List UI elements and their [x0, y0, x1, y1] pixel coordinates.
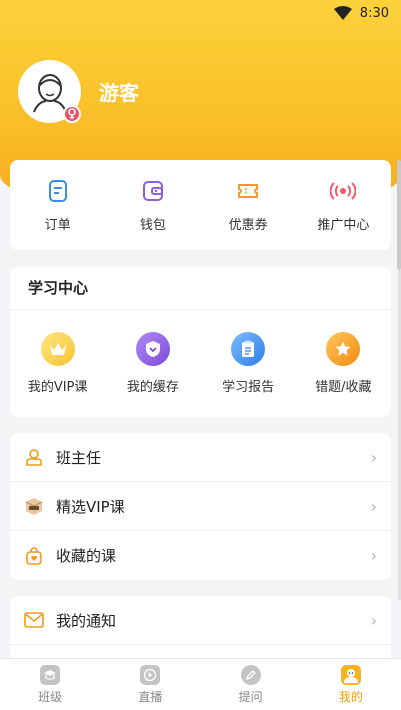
learning-cache[interactable]: 我的缓存 [105, 310, 200, 417]
avatar[interactable] [18, 60, 81, 123]
quick-actions-card: 订单 钱包 优惠券 推广中心 [10, 160, 391, 250]
live-icon [140, 664, 161, 685]
status-bar: 8:30 [0, 0, 401, 26]
learning-report[interactable]: 学习报告 [201, 310, 296, 417]
order-icon [45, 178, 71, 204]
learning-center-card: 学习中心 我的VIP课 我的缓存 学习报告 错题/收藏 [10, 267, 391, 417]
learning-label: 我的VIP课 [27, 380, 88, 395]
list-item-label: 我的通知 [56, 611, 117, 630]
quick-label: 推广中心 [317, 217, 370, 233]
list-item-vip-course[interactable]: 精选VIP课 › [10, 482, 391, 531]
chevron-right-icon: › [370, 546, 377, 565]
quick-coupon[interactable]: 优惠券 [201, 160, 296, 250]
list-item-label: 精选VIP课 [56, 497, 125, 516]
learning-vip-course[interactable]: 我的VIP课 [10, 310, 105, 417]
list-item-label: 班主任 [56, 448, 102, 467]
report-icon [231, 332, 266, 366]
vip-box-icon [24, 496, 44, 516]
learning-label: 错题/收藏 [315, 380, 372, 395]
notifications-card: 我的通知 › [10, 596, 391, 666]
username[interactable]: 游客 [99, 77, 139, 106]
quick-order[interactable]: 订单 [10, 160, 105, 250]
scrollbar-thumb[interactable] [397, 160, 401, 270]
list-item-notifications[interactable]: 我的通知 › [10, 596, 391, 645]
learning-mistakes[interactable]: 错题/收藏 [296, 310, 391, 417]
learning-label: 学习报告 [222, 380, 275, 395]
tab-mine[interactable]: 我的 [301, 659, 401, 710]
mail-icon [24, 610, 44, 630]
tab-label: 提问 [238, 689, 263, 704]
female-gender-icon [63, 105, 81, 123]
bottom-tab-bar: 班级 直播 提问 我的 [0, 658, 401, 710]
profile-header[interactable]: 游客 [18, 60, 139, 123]
quick-wallet[interactable]: 钱包 [105, 160, 200, 250]
broadcast-icon [330, 178, 357, 204]
tab-question[interactable]: 提问 [201, 659, 301, 710]
chevron-right-icon: › [370, 610, 377, 630]
quick-promotion[interactable]: 推广中心 [296, 160, 391, 250]
tab-label: 直播 [138, 689, 163, 704]
tab-label: 我的 [338, 689, 363, 704]
profile-icon [340, 664, 361, 685]
chevron-right-icon: › [370, 496, 377, 516]
class-icon [40, 664, 61, 685]
tab-label: 班级 [38, 689, 63, 704]
question-icon [240, 664, 261, 685]
quick-label: 订单 [44, 217, 71, 233]
crown-icon [40, 332, 75, 366]
quick-label: 钱包 [139, 217, 166, 233]
teacher-icon [24, 447, 44, 467]
star-icon [326, 332, 361, 366]
menu-list-card: 班主任 › 精选VIP课 › 收藏的课 › [10, 433, 391, 580]
wifi-icon [333, 6, 352, 20]
coupon-icon [235, 178, 261, 204]
learning-center-title: 学习中心 [10, 267, 391, 310]
tab-live[interactable]: 直播 [100, 659, 200, 710]
status-time: 8:30 [359, 5, 389, 21]
list-item-head-teacher[interactable]: 班主任 › [10, 433, 391, 482]
favorite-bag-icon [24, 546, 44, 566]
chevron-right-icon: › [370, 447, 377, 467]
learning-label: 我的缓存 [126, 380, 179, 395]
cache-shield-icon [135, 332, 170, 366]
tab-class[interactable]: 班级 [0, 659, 100, 710]
wallet-icon [140, 178, 166, 204]
quick-label: 优惠券 [228, 217, 268, 233]
list-item-favorite-courses[interactable]: 收藏的课 › [10, 531, 391, 580]
list-item-label: 收藏的课 [56, 547, 117, 565]
